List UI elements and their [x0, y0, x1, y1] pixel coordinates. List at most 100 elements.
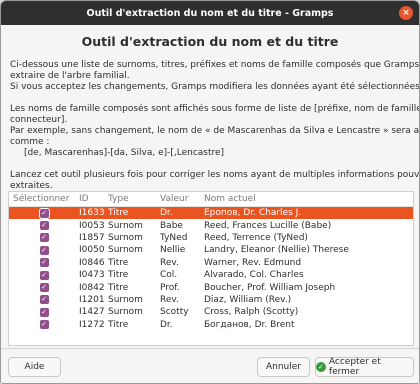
table-row[interactable]: ✓ I0053 Surnom Babe Reed, Frances Lucille (B…: [9, 219, 413, 231]
table-row[interactable]: ✓ I0050 Surnom Nellie Landry, Eleanor (Nelli…: [9, 244, 413, 256]
results-table[interactable]: Sélectionner ID Type Valeur Nom actuel ✓…: [8, 191, 414, 346]
compound-line: connecteur].: [10, 115, 68, 125]
row-current-name: Еропов, Dr. Charles J.: [204, 208, 302, 219]
row-current-name: Landry, Eleanor (Nellie) Therese: [204, 245, 349, 256]
row-select-cell: ✓: [9, 258, 79, 268]
row-select-cell: ✓: [9, 233, 79, 243]
row-type: Surnom: [108, 220, 143, 231]
dialog-window: Outil d'extraction du nom et du titre - …: [0, 0, 420, 384]
row-value: Babe: [160, 220, 183, 231]
table-header: Sélectionner ID Type Valeur Nom actuel: [9, 192, 413, 207]
row-current-name: Богданов, Dr. Brent: [204, 319, 295, 330]
row-select-cell: ✓: [9, 283, 79, 293]
row-select-cell: ✓: [9, 295, 79, 305]
select-checkbox[interactable]: ✓: [39, 320, 49, 330]
select-checkbox[interactable]: ✓: [39, 295, 49, 305]
row-id: I1201: [79, 294, 105, 305]
column-header-current-name[interactable]: Nom actuel: [204, 194, 413, 204]
row-value: Dr.: [160, 319, 173, 330]
column-header-select[interactable]: Sélectionner: [9, 194, 79, 204]
row-current-name: Cross, Ralph (Scotty): [204, 307, 299, 318]
row-value: TyNed: [160, 232, 188, 243]
launch-line: Lancez cet outil plusieurs fois pour cor…: [10, 170, 420, 180]
row-select-cell: ✓: [9, 270, 79, 280]
table-row[interactable]: ✓ I1857 Surnom TyNed Reed, Terrence (TyNed): [9, 232, 413, 244]
table-row[interactable]: ✓ I1427 Surnom Scotty Cross, Ralph (Scotty): [9, 306, 413, 318]
close-icon[interactable]: ×: [399, 6, 413, 20]
row-current-name: Warner, Rev. Edmund: [204, 257, 302, 268]
compound-line: Les noms de famille composés sont affich…: [10, 104, 420, 114]
row-current-name: Boucher, Prof. William Joseph: [204, 282, 336, 293]
table-row[interactable]: ✓ I1201 Surnom Rev. Diaz, William (Rev.): [9, 294, 413, 306]
row-id: I1272: [79, 319, 105, 330]
row-id: I1857: [79, 232, 105, 243]
row-value: Rev.: [160, 294, 179, 305]
row-current-name: Alvarado, Col. Charles: [204, 270, 304, 281]
select-checkbox[interactable]: ✓: [39, 258, 49, 268]
row-value: Col.: [160, 270, 178, 281]
launch-paragraph: Lancez cet outil plusieurs fois pour cor…: [10, 170, 420, 192]
column-header-value[interactable]: Valeur: [160, 194, 204, 204]
row-id: I0053: [79, 220, 105, 231]
row-id: I0473: [79, 270, 105, 281]
intro-paragraph: Ci-dessous une liste de surnoms, titres,…: [10, 60, 420, 93]
select-checkbox[interactable]: ✓: [39, 233, 49, 243]
row-value: Rev.: [160, 257, 179, 268]
select-checkbox[interactable]: ✓: [39, 245, 49, 255]
row-id: I0842: [79, 282, 105, 293]
row-id: I0050: [79, 245, 105, 256]
compound-example: [de, Mascarenhas]-[da, Silva, e]-[,Lenca…: [24, 148, 225, 158]
compound-paragraph: Les noms de famille composés sont affich…: [10, 104, 420, 159]
row-type: Surnom: [108, 294, 143, 305]
row-type: Surnom: [108, 307, 143, 318]
row-type: Surnom: [108, 245, 143, 256]
row-value: Dr.: [160, 208, 173, 219]
row-type: Titre: [108, 208, 129, 219]
row-select-cell: ✓: [9, 320, 79, 330]
compound-line: comme :: [10, 137, 50, 147]
select-checkbox[interactable]: ✓: [39, 221, 49, 231]
row-select-cell: ✓: [9, 307, 79, 317]
row-current-name: Diaz, William (Rev.): [204, 294, 292, 305]
row-value: Prof.: [160, 282, 180, 293]
accept-close-button[interactable]: ✓ Accepter et fermer: [315, 357, 414, 377]
row-value: Scotty: [160, 307, 189, 318]
row-type: Surnom: [108, 232, 143, 243]
table-row[interactable]: ✓ I1272 Titre Dr. Богданов, Dr. Brent: [9, 319, 413, 331]
cancel-button[interactable]: Annuler: [257, 357, 310, 377]
select-checkbox[interactable]: ✓: [39, 208, 49, 218]
compound-line: Par exemple, sans changement, le nom de …: [10, 126, 420, 136]
intro-line: Si vous acceptez les changements, Gramps…: [10, 82, 420, 92]
dialog-heading: Outil d'extraction du nom et du titre: [81, 34, 339, 49]
column-header-id[interactable]: ID: [79, 194, 108, 204]
select-checkbox[interactable]: ✓: [39, 283, 49, 293]
row-current-name: Reed, Terrence (TyNed): [204, 232, 308, 243]
button-bar: Aide Annuler ✓ Accepter et fermer: [1, 348, 419, 383]
dialog-content: Outil d'extraction du nom et du titre Ci…: [1, 34, 419, 192]
table-row[interactable]: ✓ I1633 Titre Dr. Еропов, Dr. Charles J.: [9, 207, 413, 220]
title-bar[interactable]: Outil d'extraction du nom et du titre - …: [1, 1, 419, 25]
window-title: Outil d'extraction du nom et du titre - …: [86, 7, 334, 19]
row-type: Titre: [108, 270, 129, 281]
select-checkbox[interactable]: ✓: [39, 270, 49, 280]
table-body: ✓ I1633 Titre Dr. Еропов, Dr. Charles J. ✓ I00…: [9, 207, 413, 331]
table-row[interactable]: ✓ I0473 Titre Col. Alvarado, Col. Charles: [9, 269, 413, 281]
row-select-cell: ✓: [9, 208, 79, 218]
accept-close-label: Accepter et fermer: [328, 357, 381, 377]
row-id: I0846: [79, 257, 105, 268]
intro-line: Ci-dessous une liste de surnoms, titres,…: [10, 60, 420, 70]
row-type: Titre: [108, 257, 129, 268]
row-select-cell: ✓: [9, 221, 79, 231]
row-current-name: Reed, Frances Lucille (Babe): [204, 220, 332, 231]
row-type: Titre: [108, 282, 129, 293]
row-select-cell: ✓: [9, 245, 79, 255]
column-header-type[interactable]: Type: [108, 194, 160, 204]
select-checkbox[interactable]: ✓: [39, 307, 49, 317]
row-id: I1633: [79, 208, 105, 219]
table-row[interactable]: ✓ I0842 Titre Prof. Boucher, Prof. William J…: [9, 281, 413, 293]
check-circle-icon: ✓: [316, 362, 326, 372]
row-type: Titre: [108, 319, 129, 330]
help-button[interactable]: Aide: [8, 357, 61, 377]
row-value: Nellie: [160, 245, 186, 256]
table-row[interactable]: ✓ I0846 Titre Rev. Warner, Rev. Edmund: [9, 257, 413, 269]
